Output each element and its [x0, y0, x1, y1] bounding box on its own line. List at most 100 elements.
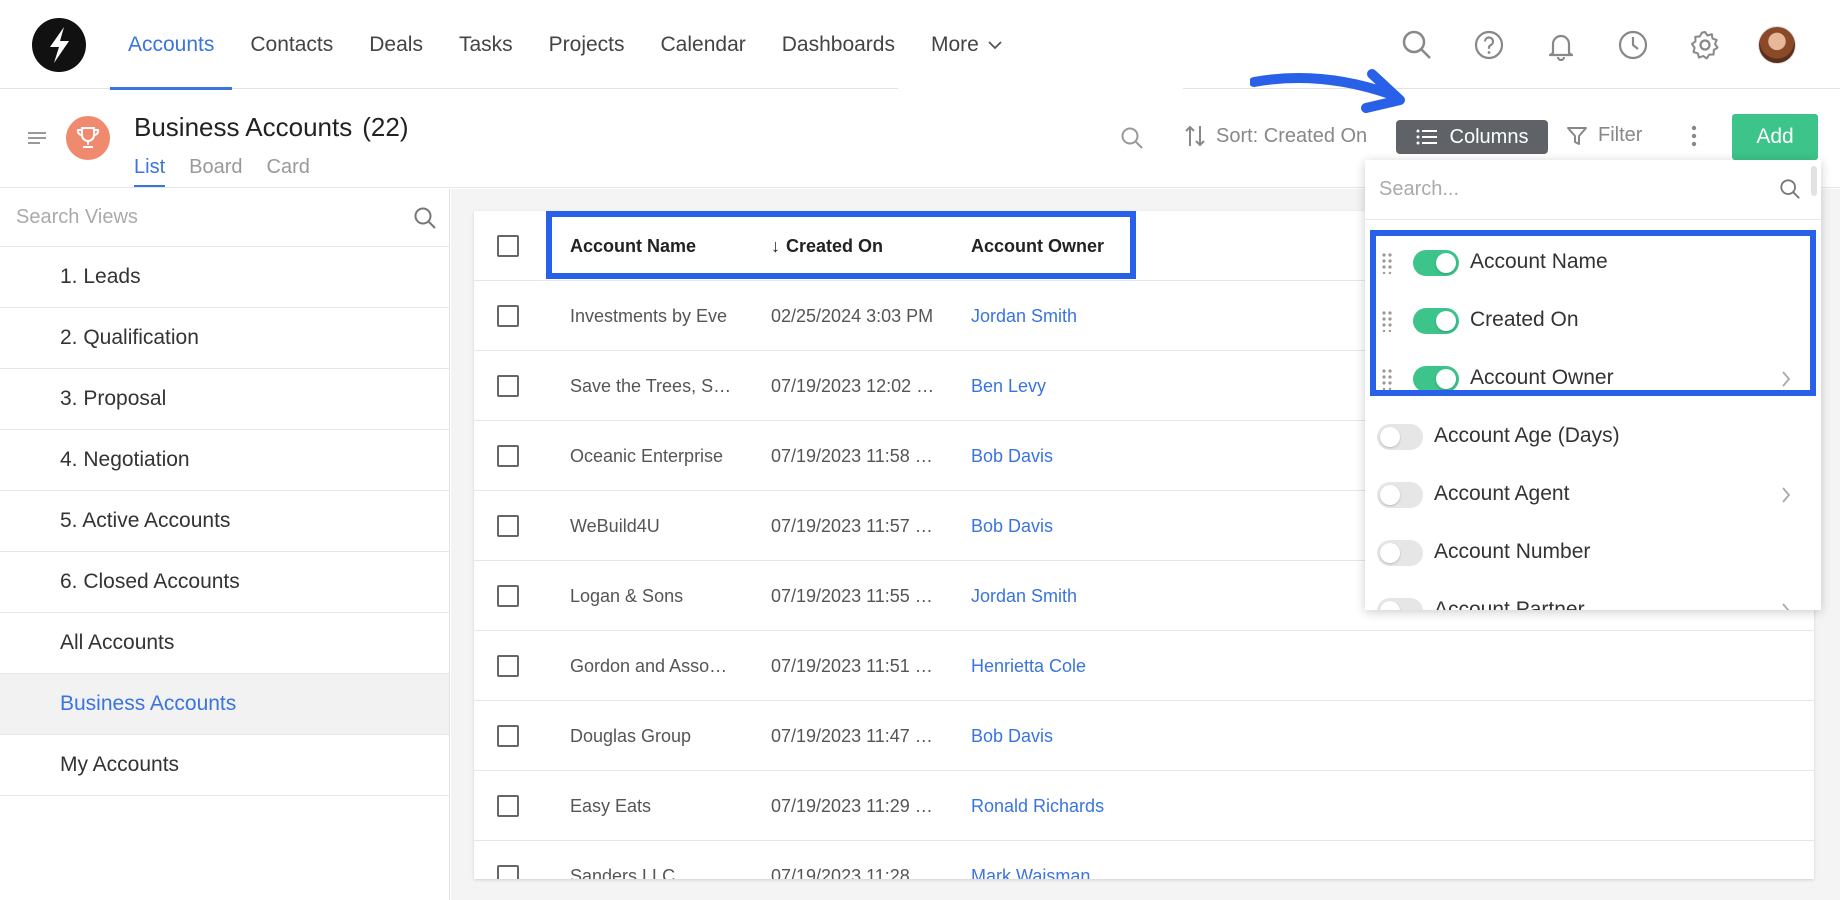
columns-search [1365, 160, 1821, 220]
nav-item-accounts[interactable]: Accounts [110, 0, 233, 90]
search-icon[interactable] [1779, 178, 1801, 205]
bell-icon[interactable] [1538, 22, 1584, 68]
column-toggle[interactable] [1377, 540, 1423, 566]
row-checkbox[interactable] [497, 445, 519, 467]
account-name-cell: Easy Eats [570, 795, 652, 816]
sidebar-item-my-accounts[interactable]: My Accounts [0, 735, 449, 796]
tab-list[interactable]: List [134, 156, 166, 187]
menu-toggle-icon[interactable] [26, 130, 48, 151]
created-on-cell: 07/19/2023 11:28 … [771, 865, 933, 880]
account-owner-link[interactable]: Bob Davis [971, 421, 1201, 491]
account-owner-link[interactable]: Jordan Smith [971, 281, 1201, 351]
account-owner-link[interactable]: Ronald Richards [971, 771, 1201, 841]
row-checkbox[interactable] [497, 725, 519, 747]
search-icon[interactable] [413, 206, 437, 235]
column-option-label: Account Age (Days) [1434, 424, 1620, 447]
column-option-account-number[interactable]: Account Number [1365, 524, 1805, 582]
gear-icon[interactable] [1682, 22, 1728, 68]
row-checkbox[interactable] [497, 655, 519, 677]
sidebar-item-2-qualification[interactable]: 2. Qualification [0, 308, 449, 369]
column-option-account-partner[interactable]: Account Partner [1365, 582, 1805, 610]
user-avatar[interactable] [1754, 22, 1800, 68]
table-row[interactable]: Sanders LLC 07/19/2023 11:28 … Mark Waisma… [474, 841, 1814, 879]
sidebar-item-4-negotiation[interactable]: 4. Negotiation [0, 430, 449, 491]
nav-item-tasks[interactable]: Tasks [441, 0, 531, 89]
sidebar-item-6-closed-accounts[interactable]: 6. Closed Accounts [0, 552, 449, 613]
account-owner-link[interactable]: Bob Davis [971, 491, 1201, 561]
sidebar-item-5-active-accounts[interactable]: 5. Active Accounts [0, 491, 449, 552]
columns-search-input[interactable] [1365, 160, 1745, 218]
nav-item-label: Calendar [660, 32, 746, 56]
column-toggle[interactable] [1377, 598, 1423, 610]
account-owner-link[interactable]: Jordan Smith [971, 561, 1201, 631]
view-tabs: List Board Card [134, 156, 310, 187]
account-name-cell: Douglas Group [570, 725, 692, 746]
created-on-cell: 07/19/2023 11:58 … [771, 445, 933, 466]
avatar [1758, 26, 1796, 64]
add-button[interactable]: Add [1732, 114, 1818, 160]
created-on-cell: 07/19/2023 12:02 … [771, 375, 935, 396]
trophy-icon [66, 116, 110, 160]
nav-item-deals[interactable]: Deals [351, 0, 441, 89]
nav-item-calendar[interactable]: Calendar [643, 0, 764, 89]
filter-button[interactable]: Filter [1566, 124, 1642, 147]
app-logo[interactable] [32, 18, 86, 72]
column-option-label: Account Number [1434, 540, 1591, 563]
select-all-checkbox[interactable] [497, 235, 519, 257]
column-option-account-age-days[interactable]: Account Age (Days) [1365, 408, 1805, 466]
account-name-cell: Sanders LLC [570, 865, 676, 880]
table-row[interactable]: Douglas Group 07/19/2023 11:47 … Bob Davis [474, 701, 1814, 771]
enabled-columns-highlight-box [1370, 230, 1816, 396]
views-search [0, 189, 449, 247]
column-toggle[interactable] [1377, 482, 1423, 508]
row-checkbox[interactable] [497, 515, 519, 537]
sidebar-item-3-proposal[interactable]: 3. Proposal [0, 369, 449, 430]
sort-icon [1185, 125, 1205, 147]
account-owner-link[interactable]: Ben Levy [971, 351, 1201, 421]
table-row[interactable]: Gordon and Asso… 07/19/2023 11:51 … Henrie… [474, 631, 1814, 701]
columns-dropdown: Account NameCreated OnAccount OwnerAccou… [1365, 160, 1821, 610]
page-title: Business Accounts (22) [134, 112, 408, 143]
clock-icon[interactable] [1610, 22, 1656, 68]
created-on-cell: 07/19/2023 11:57 … [771, 515, 933, 536]
scrollbar[interactable] [1811, 166, 1817, 196]
more-options-icon[interactable] [1690, 124, 1698, 153]
chevron-right-icon[interactable] [1781, 602, 1791, 610]
tab-card[interactable]: Card [267, 156, 310, 187]
help-icon[interactable] [1466, 22, 1512, 68]
nav-item-projects[interactable]: Projects [531, 0, 643, 89]
nav-item-label: Tasks [458, 32, 513, 56]
sort-label: Sort: Created On [1216, 124, 1368, 147]
search-icon[interactable] [1394, 22, 1440, 68]
row-checkbox[interactable] [497, 305, 519, 327]
views-search-input[interactable] [0, 189, 380, 245]
row-checkbox[interactable] [497, 375, 519, 397]
page-title-text: Business Accounts [134, 112, 353, 142]
annotation-arrow [1250, 69, 1405, 113]
table-row[interactable]: Easy Eats 07/19/2023 11:29 … Ronald Richar… [474, 771, 1814, 841]
account-owner-link[interactable]: Henrietta Cole [971, 631, 1201, 701]
account-name-cell: Oceanic Enterprise [570, 445, 724, 466]
sidebar-item-business-accounts[interactable]: Business Accounts [0, 674, 449, 735]
sort-button[interactable]: Sort: Created On [1184, 124, 1367, 148]
nav-item-more[interactable]: More [913, 0, 1021, 89]
sidebar-item-1-leads[interactable]: 1. Leads [0, 247, 449, 308]
column-option-account-agent[interactable]: Account Agent [1365, 466, 1805, 524]
row-checkbox[interactable] [497, 795, 519, 817]
columns-button[interactable]: Columns [1396, 120, 1548, 154]
created-on-cell: 07/19/2023 11:29 … [771, 795, 933, 816]
account-owner-link[interactable]: Bob Davis [971, 701, 1201, 771]
chevron-right-icon[interactable] [1781, 486, 1791, 509]
tab-board[interactable]: Board [189, 156, 242, 187]
row-checkbox[interactable] [497, 865, 519, 879]
nav-item-dashboards[interactable]: Dashboards [764, 0, 913, 89]
top-navigation: Accounts Contacts Deals Tasks Projects Calend… [0, 0, 1840, 91]
row-checkbox[interactable] [497, 585, 519, 607]
nav-item-label: Contacts [250, 32, 334, 56]
account-owner-link[interactable]: Mark Waisman [971, 841, 1201, 880]
column-toggle[interactable] [1377, 424, 1423, 450]
list-icon [1416, 129, 1437, 145]
sidebar-item-all-accounts[interactable]: All Accounts [0, 613, 449, 674]
search-icon[interactable] [1120, 126, 1144, 155]
nav-item-contacts[interactable]: Contacts [232, 0, 351, 89]
